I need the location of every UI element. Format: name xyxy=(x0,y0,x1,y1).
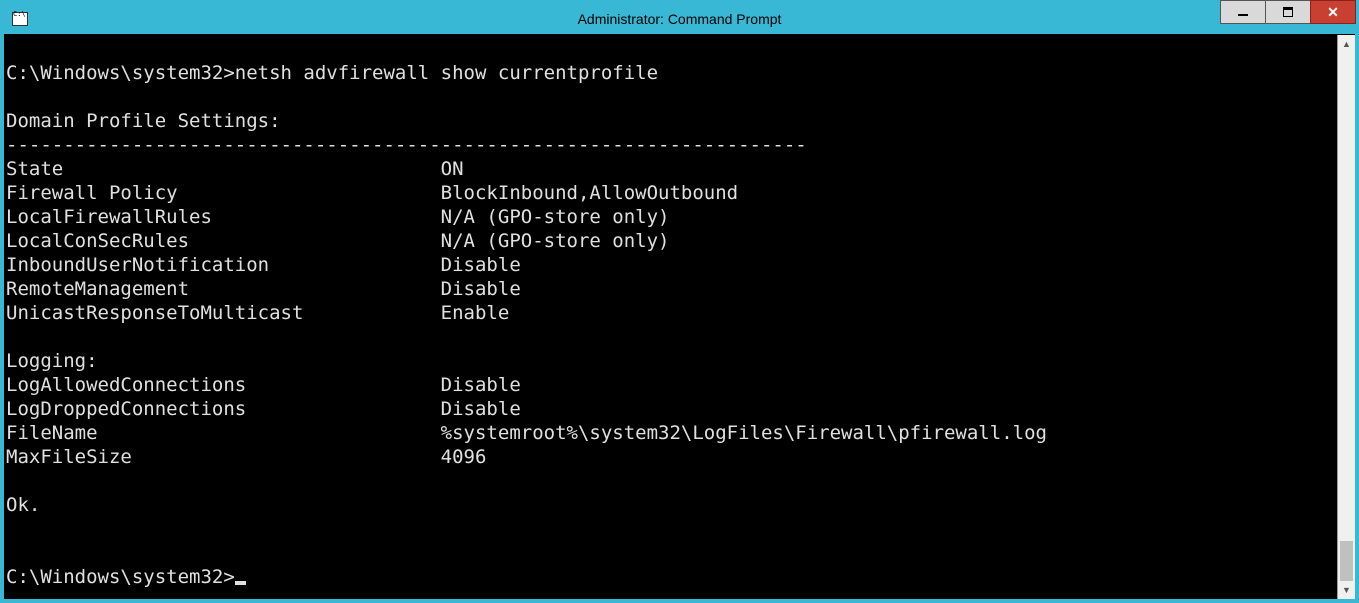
command-prompt-window: Administrator: Command Prompt ✕ C:\Windo… xyxy=(0,0,1359,603)
scroll-up-button[interactable]: ▲ xyxy=(1338,35,1355,53)
minimize-icon xyxy=(1238,14,1248,16)
window-title: Administrator: Command Prompt xyxy=(578,11,782,27)
maximize-icon xyxy=(1283,7,1293,17)
vertical-scrollbar[interactable]: ▲ ▼ xyxy=(1337,35,1355,599)
titlebar[interactable]: Administrator: Command Prompt ✕ xyxy=(4,4,1355,34)
terminal-output[interactable]: C:\Windows\system32>netsh advfirewall sh… xyxy=(4,35,1337,599)
close-icon: ✕ xyxy=(1327,4,1339,21)
scroll-thumb[interactable] xyxy=(1340,541,1353,581)
cmd-icon xyxy=(12,12,28,26)
client-area: C:\Windows\system32>netsh advfirewall sh… xyxy=(4,34,1355,599)
scroll-track[interactable] xyxy=(1338,53,1355,581)
cursor xyxy=(235,581,246,585)
window-controls: ✕ xyxy=(1220,4,1355,34)
maximize-button[interactable] xyxy=(1265,0,1311,24)
minimize-button[interactable] xyxy=(1220,0,1266,24)
close-button[interactable]: ✕ xyxy=(1310,0,1356,24)
scroll-down-button[interactable]: ▼ xyxy=(1338,581,1355,599)
